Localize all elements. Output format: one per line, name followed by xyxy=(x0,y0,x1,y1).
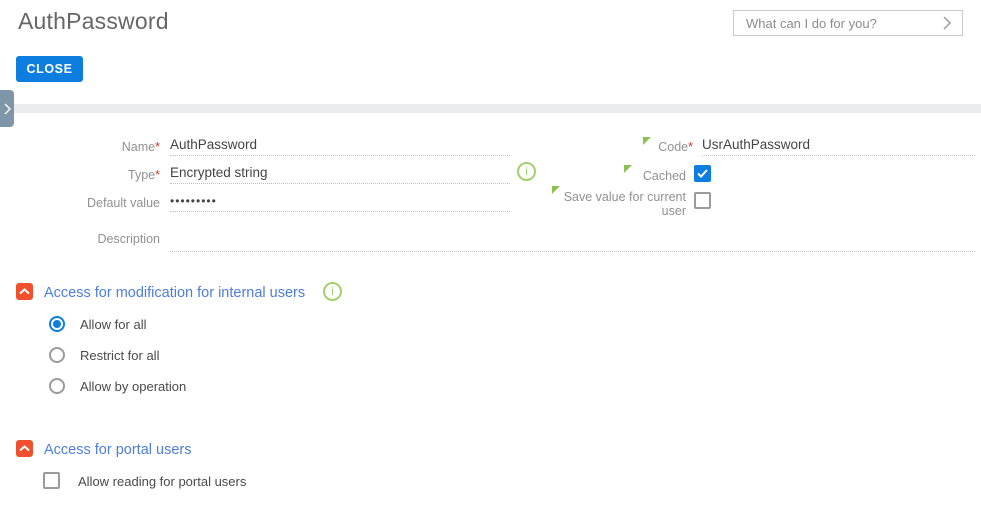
type-field[interactable]: Encrypted string xyxy=(170,165,510,184)
cached-checkbox[interactable] xyxy=(694,165,711,182)
radio-allow-by-operation-label[interactable]: Allow by operation xyxy=(80,379,186,395)
name-label: Name* xyxy=(121,140,160,154)
radio-allow-for-all-label[interactable]: Allow for all xyxy=(80,317,146,333)
radio-dot xyxy=(53,320,61,328)
allow-reading-portal-users-label[interactable]: Allow reading for portal users xyxy=(78,474,246,490)
required-asterisk: * xyxy=(688,140,693,154)
chevron-up-icon xyxy=(19,288,30,295)
save-value-for-current-user-checkbox[interactable] xyxy=(694,192,711,209)
page-title: AuthPassword xyxy=(18,8,169,34)
description-field[interactable] xyxy=(170,233,975,252)
radio-restrict-for-all[interactable] xyxy=(49,347,65,363)
required-asterisk: * xyxy=(155,140,160,154)
chevron-up-icon xyxy=(19,445,30,452)
assistant-placeholder[interactable]: What can I do for you? xyxy=(734,16,932,31)
cached-label: Cached xyxy=(642,169,686,183)
code-field[interactable]: UsrAuthPassword xyxy=(702,137,975,156)
divider-bar xyxy=(0,104,981,113)
default-value-label: Default value xyxy=(87,196,160,210)
name-field[interactable]: AuthPassword xyxy=(170,137,510,156)
chevron-right-icon xyxy=(4,103,11,114)
type-label: Type* xyxy=(128,168,160,182)
check-icon xyxy=(697,169,708,178)
chevron-right-icon xyxy=(943,16,951,30)
radio-allow-for-all[interactable] xyxy=(49,316,65,332)
close-button[interactable]: CLOSE xyxy=(16,56,83,82)
description-label: Description xyxy=(97,232,160,246)
section-info-icon[interactable]: i xyxy=(323,282,342,301)
radio-restrict-for-all-label[interactable]: Restrict for all xyxy=(80,348,159,364)
section-title-internal-access[interactable]: Access for modification for internal use… xyxy=(44,284,305,302)
section-title-portal-access[interactable]: Access for portal users xyxy=(44,441,191,459)
setting-page: AuthPassword What can I do for you? CLOS… xyxy=(0,0,981,509)
side-panel-expand-tab[interactable] xyxy=(0,90,14,127)
code-label: Code* xyxy=(658,140,693,154)
assistant-submit-button[interactable] xyxy=(932,11,962,35)
section-collapse-button[interactable] xyxy=(16,440,33,457)
radio-allow-by-operation[interactable] xyxy=(49,378,65,394)
default-value-field[interactable]: ••••••••• xyxy=(170,193,510,212)
save-value-for-current-user-label: Save value for current user xyxy=(563,190,686,218)
allow-reading-portal-users-checkbox[interactable] xyxy=(43,472,60,489)
assistant-search-box[interactable]: What can I do for you? xyxy=(733,10,963,36)
type-info-icon[interactable]: i xyxy=(517,162,536,181)
required-asterisk: * xyxy=(155,168,160,182)
section-collapse-button[interactable] xyxy=(16,283,33,300)
